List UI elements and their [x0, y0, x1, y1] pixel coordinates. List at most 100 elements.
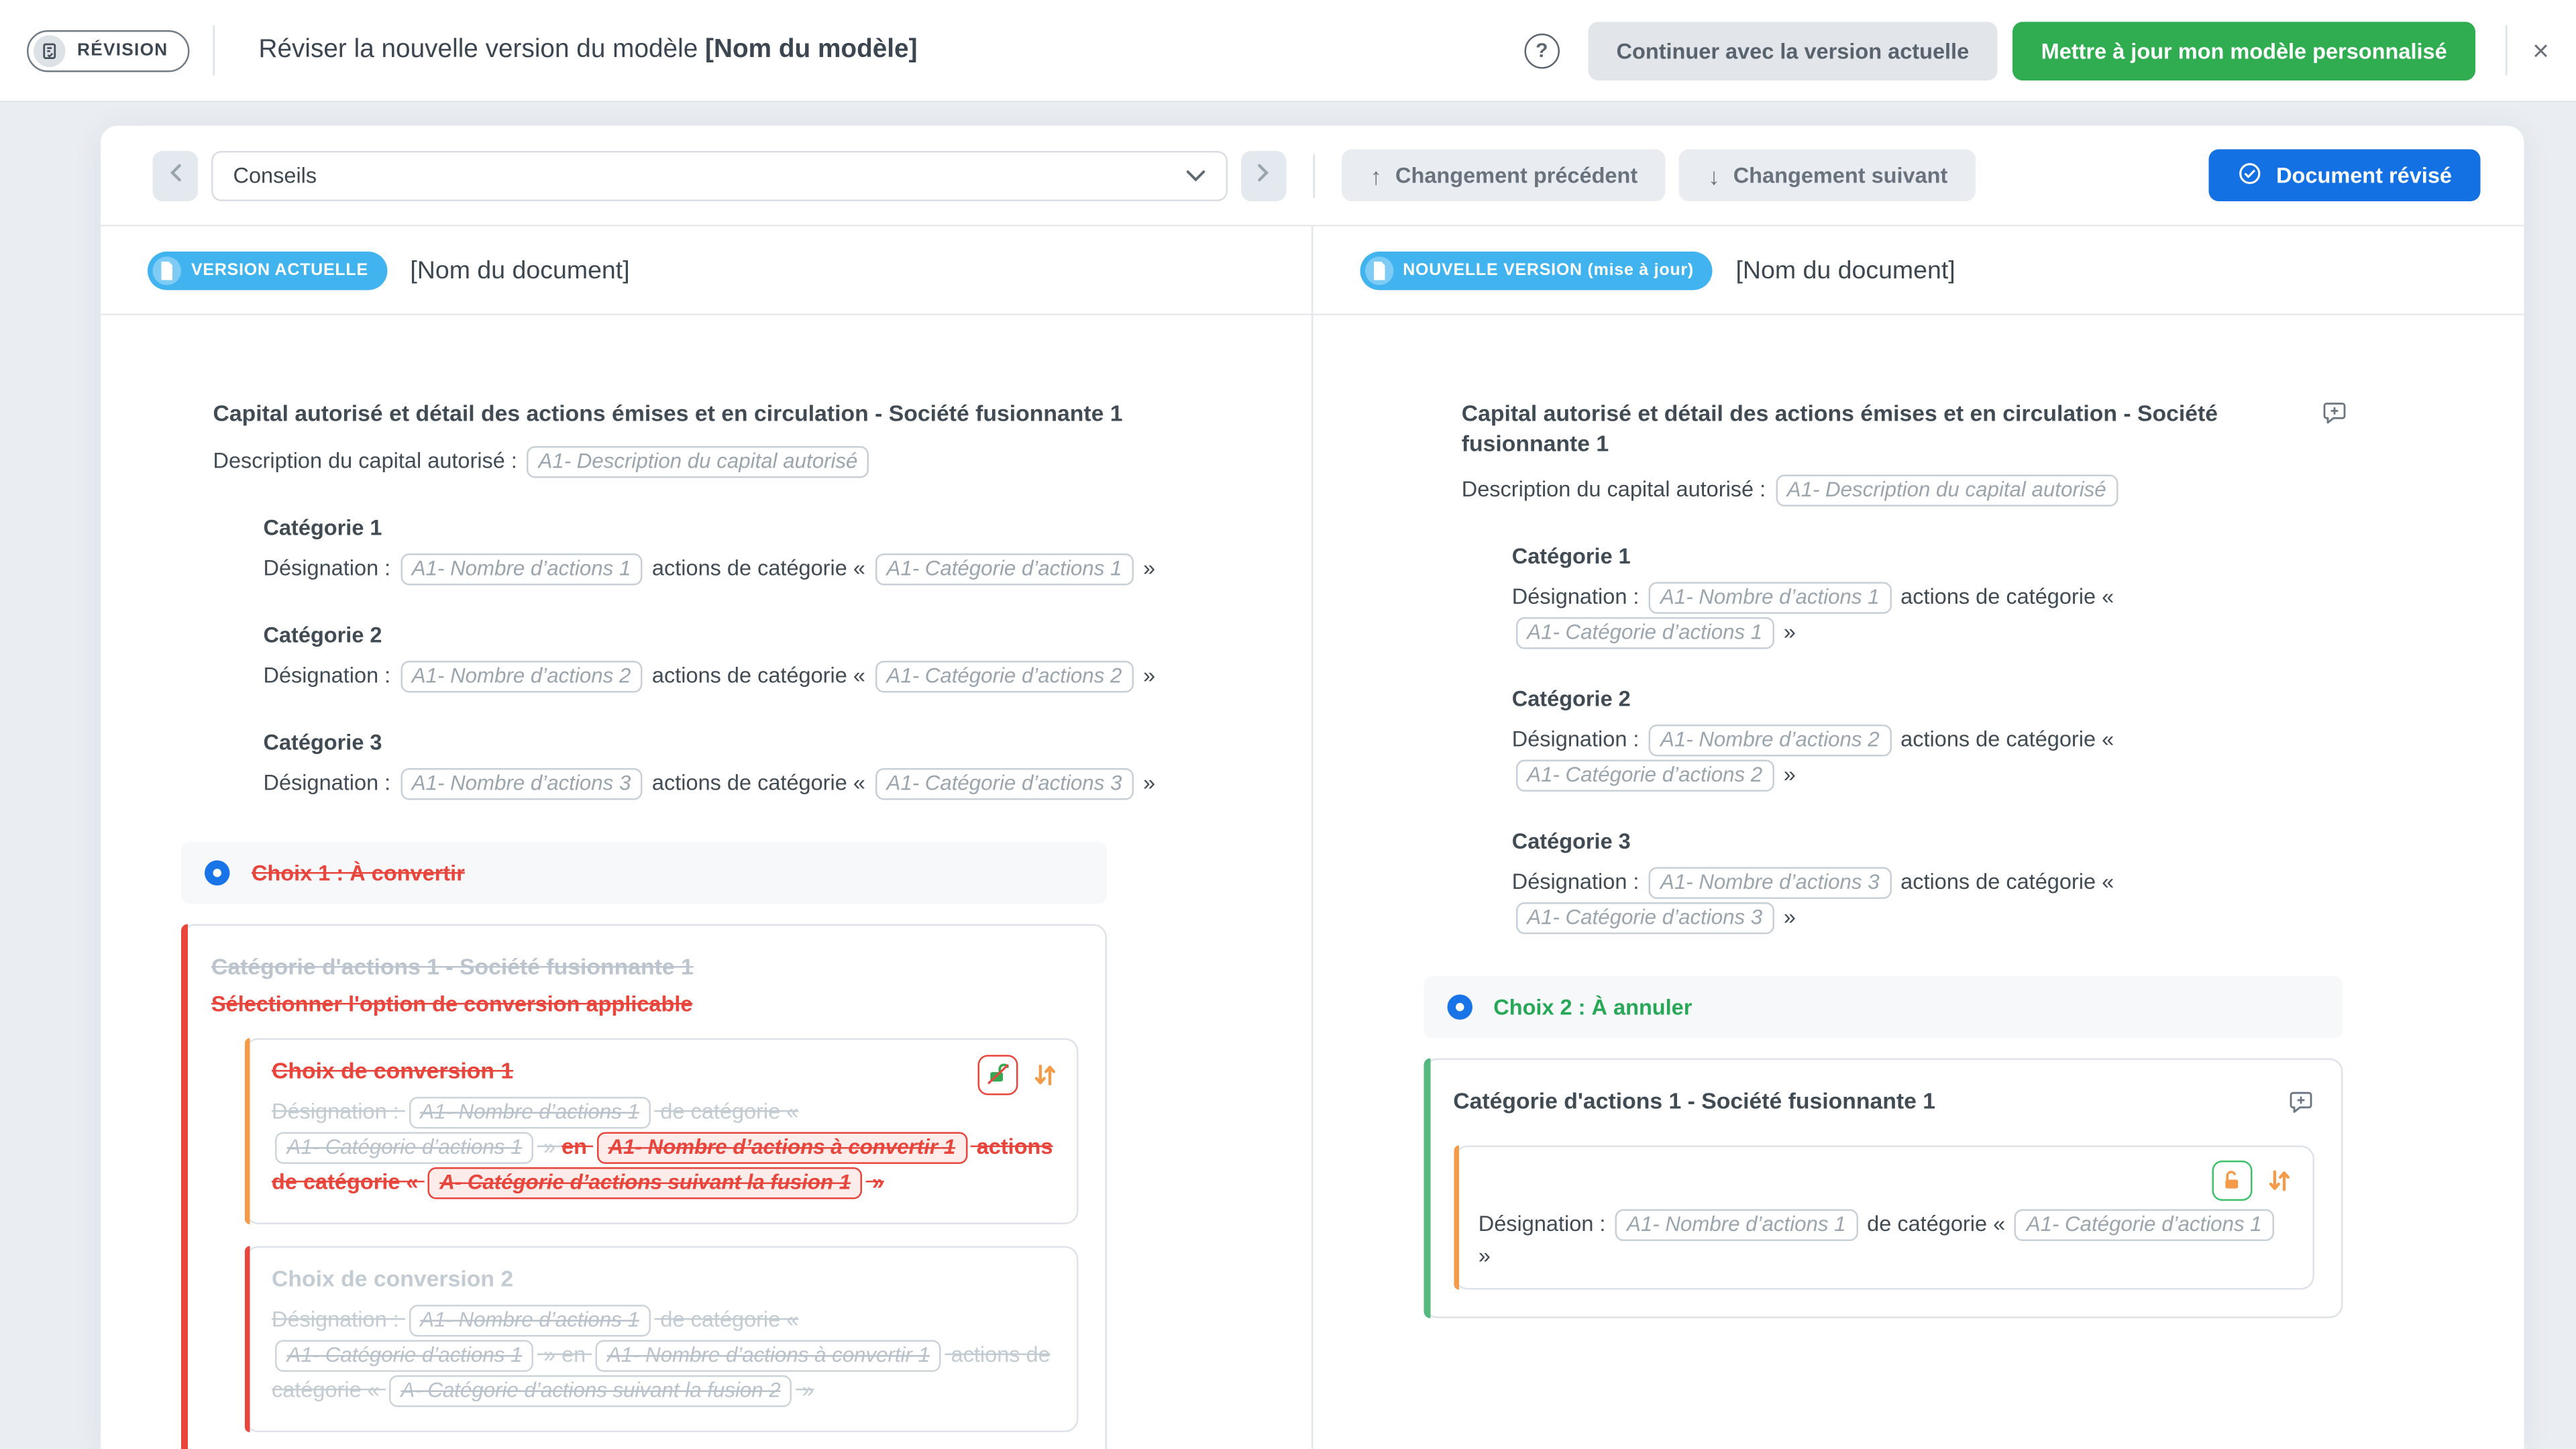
number-field[interactable]: A1- Nombre d’actions 3 [400, 767, 643, 800]
current-version-header: VERSION ACTUELLE [Nom du document] [101, 227, 1311, 316]
category-1-line: Désignation : A1- Nombre d’actions 1 act… [264, 551, 1183, 586]
fusion-field[interactable]: A- Catégorie d’actions suivant la fusion… [389, 1375, 792, 1407]
category-field[interactable]: A1- Catégorie d’actions 2 [1515, 760, 1774, 792]
number-field[interactable]: A1- Nombre d’actions 3 [1649, 867, 1892, 900]
category-1-label: Catégorie 1 [264, 514, 1183, 539]
chevron-left-icon [168, 163, 183, 189]
category-field[interactable]: A1- Catégorie d’actions 3 [1515, 902, 1774, 934]
number-field[interactable]: A1- Nombre d’actions 1 [1649, 582, 1892, 614]
add-comment-icon[interactable] [2321, 399, 2348, 435]
help-icon[interactable]: ? [1524, 33, 1560, 68]
conversion-2-text: Désignation : A1- Nombre d’actions 1 de … [272, 1302, 1053, 1408]
category-field[interactable]: A1- Catégorie d’actions 1 [875, 553, 1134, 585]
category-1-label: Catégorie 1 [1512, 543, 2348, 569]
card-title: Catégorie d'actions 1 - Société fusionna… [1453, 1089, 1935, 1114]
document-icon [153, 256, 182, 284]
description-field[interactable]: A1- Description du capital autorisé [1775, 475, 2118, 507]
category-actions-card: Catégorie d'actions 1 - Société fusionna… [1423, 1059, 2342, 1319]
conversion-choice-2: Choix de conversion 2 Désignation : A1- … [245, 1245, 1079, 1432]
continue-current-version-button[interactable]: Continuer avec la version actuelle [1588, 21, 1998, 80]
category-2-label: Catégorie 2 [264, 621, 1183, 647]
choice-2-radio[interactable] [1446, 995, 1472, 1020]
toolbar-divider [1313, 154, 1316, 197]
check-circle-icon [2238, 160, 2263, 191]
close-icon[interactable]: × [2532, 36, 2549, 65]
current-version-panel: VERSION ACTUELLE [Nom du document] Capit… [101, 227, 1312, 1449]
main-area: Conseils ↑ Changement précédent ↓ [0, 103, 2576, 1449]
add-comment-icon[interactable] [2287, 1089, 2314, 1124]
number-field[interactable]: A1- Nombre d’actions 1 [409, 1304, 651, 1336]
category-2-line: Désignation : A1- Nombre d’actions 2 act… [264, 658, 1183, 694]
section-select-value: Conseils [233, 163, 317, 189]
swap-arrows-icon[interactable] [2265, 1167, 2292, 1194]
category-field[interactable]: A1- Catégorie d’actions 1 [275, 1339, 534, 1371]
previous-change-button[interactable]: ↑ Changement précédent [1342, 150, 1666, 202]
next-section-button[interactable] [1241, 150, 1287, 201]
new-version-header: NOUVELLE VERSION (mise à jour) [Nom du d… [1312, 227, 2524, 316]
version-panels: VERSION ACTUELLE [Nom du document] Capit… [101, 227, 2524, 1449]
description-label: Description du capital autorisé : [1462, 476, 1766, 502]
number-field[interactable]: A1- Nombre d’actions 2 [400, 660, 643, 692]
update-custom-template-button[interactable]: Mettre à jour mon modèle personnalisé [2012, 21, 2475, 80]
page-title: Réviser la nouvelle version du modèle [N… [258, 36, 917, 66]
designation-box: Désignation : A1- Nombre d’actions 1 de … [1453, 1146, 2314, 1290]
choice-1-row: Choix 1 : À convertir [181, 841, 1107, 904]
choice-1-radio[interactable] [205, 859, 230, 885]
fusion-field[interactable]: A- Catégorie d’actions suivant la fusion… [428, 1167, 863, 1199]
conversion-choice-1: Choix de conversion 1 Désignation : A1- … [245, 1037, 1079, 1224]
description-label: Description du capital autorisé : [213, 447, 517, 472]
conversion-options-card: Catégorie d'actions 1 - Société fusionna… [181, 923, 1107, 1449]
card-subtitle: Sélectionner l'option de conversion appl… [211, 990, 1079, 1016]
choice-2-label: Choix 2 : À annuler [1493, 995, 1692, 1020]
category-3-label: Catégorie 3 [1512, 828, 2348, 854]
convert-field[interactable]: A1- Nombre d’actions à convertir 1 [596, 1131, 967, 1163]
category-field[interactable]: A1- Catégorie d’actions 3 [875, 767, 1134, 800]
convert-field[interactable]: A1- Nombre d’actions à convertir 1 [595, 1339, 941, 1371]
comparison-card: Conseils ↑ Changement précédent ↓ [101, 126, 2524, 1449]
description-field[interactable]: A1- Description du capital autorisé [527, 445, 869, 478]
section-heading: Capital autorisé et détail des actions é… [213, 399, 1123, 429]
lock-icon[interactable] [2211, 1161, 2251, 1201]
category-2-label: Catégorie 2 [1512, 686, 2348, 712]
category-3-label: Catégorie 3 [264, 729, 1183, 754]
document-reviewed-button[interactable]: Document révisé [2209, 150, 2480, 202]
number-field[interactable]: A1- Nombre d’actions 2 [1649, 724, 1892, 757]
revision-app: RÉVISION Réviser la nouvelle version du … [0, 0, 2576, 1449]
choice-2-row: Choix 2 : À annuler [1423, 976, 2342, 1038]
category-field[interactable]: A1- Catégorie d’actions 1 [275, 1131, 534, 1163]
clipboard-check-icon [34, 34, 66, 66]
conversion-2-title: Choix de conversion 2 [272, 1265, 1053, 1291]
choice-1-label: Choix 1 : À convertir [252, 859, 465, 885]
toolbar: Conseils ↑ Changement précédent ↓ [101, 126, 2524, 227]
category-field[interactable]: A1- Catégorie d’actions 1 [2015, 1210, 2273, 1242]
number-field[interactable]: A1- Nombre d’actions 1 [1615, 1210, 1858, 1242]
next-change-button[interactable]: ↓ Changement suivant [1680, 150, 1976, 202]
top-header: RÉVISION Réviser la nouvelle version du … [0, 0, 2576, 103]
header-divider [213, 25, 215, 76]
category-3-line: Désignation : A1- Nombre d’actions 3 act… [1512, 865, 2348, 936]
swap-arrows-icon[interactable] [1032, 1061, 1059, 1087]
model-name: [Nom du modèle] [705, 36, 917, 64]
category-3-line: Désignation : A1- Nombre d’actions 3 act… [264, 765, 1183, 801]
unlock-crossed-icon[interactable] [978, 1054, 1018, 1094]
card-title: Catégorie d'actions 1 - Société fusionna… [211, 953, 1079, 979]
prev-section-button[interactable] [153, 150, 199, 201]
arrow-down-icon: ↓ [1708, 162, 1720, 189]
document-name: [Nom du document] [1735, 256, 1955, 284]
number-field[interactable]: A1- Nombre d’actions 1 [409, 1096, 651, 1128]
designation-line: Désignation : A1- Nombre d’actions 1 de … [1479, 1208, 2292, 1268]
arrow-up-icon: ↑ [1371, 162, 1383, 189]
current-version-body: Capital autorisé et détail des actions é… [101, 315, 1311, 1449]
conversion-1-text: Désignation : A1- Nombre d’actions 1 de … [272, 1094, 1053, 1200]
category-field[interactable]: A1- Catégorie d’actions 2 [875, 660, 1134, 692]
document-icon [1364, 256, 1393, 284]
new-version-panel: NOUVELLE VERSION (mise à jour) [Nom du d… [1312, 227, 2524, 1449]
section-select[interactable]: Conseils [211, 150, 1228, 201]
section-heading: Capital autorisé et détail des actions é… [1462, 399, 2301, 458]
number-field[interactable]: A1- Nombre d’actions 1 [400, 553, 643, 585]
conversion-1-title: Choix de conversion 1 [272, 1057, 1053, 1083]
document-name: [Nom du document] [410, 256, 629, 284]
new-version-body: Capital autorisé et détail des actions é… [1312, 315, 2524, 1449]
category-field[interactable]: A1- Catégorie d’actions 1 [1515, 617, 1774, 649]
revision-badge: RÉVISION [27, 30, 190, 72]
